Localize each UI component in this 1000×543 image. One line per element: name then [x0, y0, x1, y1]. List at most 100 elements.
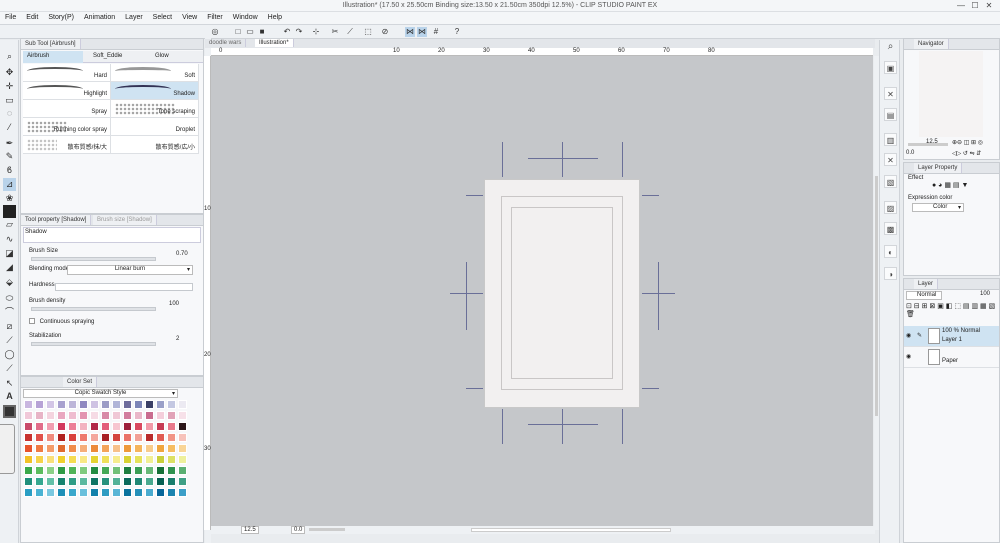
curve-tool-icon[interactable]: ⌒: [3, 306, 16, 319]
blending-select[interactable]: Linear burn ▾: [67, 265, 193, 275]
open-file-icon[interactable]: ▭: [245, 27, 255, 37]
continuous-checkbox[interactable]: [29, 318, 35, 324]
color-swatch[interactable]: [35, 433, 44, 442]
zoom-value[interactable]: 12.5: [241, 526, 259, 534]
color-swatch[interactable]: [145, 411, 154, 420]
color-swatch[interactable]: [178, 455, 187, 464]
color-swatch[interactable]: [101, 400, 110, 409]
blend-mode-select[interactable]: Normal: [906, 291, 942, 300]
color-swatch[interactable]: [134, 466, 143, 475]
color-swatch[interactable]: [90, 422, 99, 431]
color-swatch[interactable]: [46, 444, 55, 453]
brush-size-slider[interactable]: [31, 257, 156, 261]
color-swatch[interactable]: [134, 400, 143, 409]
eyedropper-icon[interactable]: ⁄: [3, 121, 16, 134]
select-all-icon[interactable]: ⬚: [363, 27, 373, 37]
color-swatch[interactable]: [90, 400, 99, 409]
lasso-tool-icon[interactable]: ◌: [3, 107, 16, 120]
color-swatch[interactable]: [178, 466, 187, 475]
color-swatch[interactable]: [112, 411, 121, 420]
decoration-tool-icon[interactable]: ❀: [3, 192, 16, 205]
figure-tool-icon[interactable]: ⬭: [3, 292, 16, 305]
panel-icon-2[interactable]: ✕: [884, 87, 897, 100]
color-swatch[interactable]: [101, 422, 110, 431]
color-swatch[interactable]: [145, 466, 154, 475]
color-swatch[interactable]: [79, 477, 88, 486]
color-swatch[interactable]: [101, 444, 110, 453]
color-swatch[interactable]: [79, 433, 88, 442]
color-swatch[interactable]: [145, 444, 154, 453]
color-swatch[interactable]: [90, 477, 99, 486]
subtool-group-glow[interactable]: Glow: [147, 51, 203, 63]
toolprop-tab[interactable]: Tool property [Shadow]: [21, 215, 92, 225]
panel-icon-5[interactable]: ✕: [884, 153, 897, 166]
color-swatch[interactable]: [178, 411, 187, 420]
color-swatch[interactable]: [35, 411, 44, 420]
subtool-group-airbrush[interactable]: Airbrush: [23, 51, 83, 63]
panel-icon-1[interactable]: ▣: [884, 61, 897, 74]
navigator-zoom-slider[interactable]: [908, 143, 948, 146]
color-swatch[interactable]: [145, 488, 154, 497]
navigator-tab[interactable]: Navigator: [914, 39, 949, 49]
color-swatch[interactable]: [101, 411, 110, 420]
snap-grid-icon[interactable]: #: [431, 27, 441, 37]
color-swatch[interactable]: [134, 444, 143, 453]
save-icon[interactable]: ■: [257, 27, 267, 37]
gradient-tool-icon[interactable]: ◢: [3, 261, 16, 274]
color-swatch[interactable]: [123, 466, 132, 475]
color-swatch[interactable]: [24, 411, 33, 420]
color-swatch[interactable]: [112, 422, 121, 431]
color-swatch[interactable]: [112, 444, 121, 453]
color-swatch[interactable]: [134, 433, 143, 442]
color-swatch[interactable]: [167, 488, 176, 497]
zoom-tool-icon[interactable]: ⌕: [3, 50, 16, 63]
brush-droplet[interactable]: Droplet: [111, 118, 199, 136]
color-swatch[interactable]: [167, 466, 176, 475]
brush-tool-icon[interactable]: ϐ: [3, 164, 16, 177]
color-swatch[interactable]: [167, 400, 176, 409]
color-swatch[interactable]: [167, 433, 176, 442]
color-swatch[interactable]: [46, 400, 55, 409]
effect-buttons[interactable]: ● ◕ ▦ ▤ ▼: [932, 181, 992, 191]
color-swatch[interactable]: [24, 433, 33, 442]
brush-tone-scraping[interactable]: Tone scraping: [111, 100, 199, 118]
menu-view[interactable]: View: [177, 12, 202, 23]
color-swatch[interactable]: [134, 488, 143, 497]
density-slider[interactable]: [31, 307, 156, 311]
rotate-buttons[interactable]: ◁▷ ↺ ⇋ ⇵: [952, 150, 981, 157]
panel-icon-3[interactable]: ▤: [884, 108, 897, 121]
color-swatch[interactable]: [178, 433, 187, 442]
balloon-tool-icon[interactable]: ◯: [3, 348, 16, 361]
color-swatch[interactable]: [35, 488, 44, 497]
color-swatch[interactable]: [24, 422, 33, 431]
menu-filter[interactable]: Filter: [202, 12, 228, 23]
menu-help[interactable]: Help: [263, 12, 287, 23]
doc-tab-doodle-wars[interactable]: doodle wars: [205, 39, 247, 47]
color-swatch[interactable]: [90, 411, 99, 420]
fill-tool-icon[interactable]: ◪: [3, 247, 16, 260]
selection-tool-icon[interactable]: ▭: [3, 94, 16, 107]
fill-icon[interactable]: ⟋: [345, 27, 355, 37]
angle-value[interactable]: 0.0: [291, 526, 306, 534]
color-swatch[interactable]: [68, 400, 77, 409]
color-swatch[interactable]: [178, 400, 187, 409]
color-swatch[interactable]: [123, 455, 132, 464]
doc-tab-illustration[interactable]: Illustration*: [255, 39, 294, 47]
new-file-icon[interactable]: □: [233, 27, 243, 37]
color-swatch[interactable]: [167, 444, 176, 453]
menu-window[interactable]: Window: [228, 12, 263, 23]
bucket-icon[interactable]: ⬙: [3, 276, 16, 289]
expression-select[interactable]: Color ▾: [912, 203, 964, 212]
color-swatch[interactable]: [46, 466, 55, 475]
move-layer-icon[interactable]: ✛: [3, 80, 16, 93]
color-swatch[interactable]: [112, 466, 121, 475]
color-swatch[interactable]: [112, 455, 121, 464]
eraser-icon[interactable]: ▱: [3, 218, 16, 231]
subtool-tab[interactable]: Sub Tool [Airbrush]: [21, 39, 81, 49]
color-swatch[interactable]: [112, 488, 121, 497]
color-swatch[interactable]: [112, 477, 121, 486]
color-swatch[interactable]: [134, 477, 143, 486]
pen-tool-icon[interactable]: ✒: [3, 137, 16, 150]
minimize-button[interactable]: —: [954, 1, 968, 10]
color-swatch[interactable]: [57, 400, 66, 409]
